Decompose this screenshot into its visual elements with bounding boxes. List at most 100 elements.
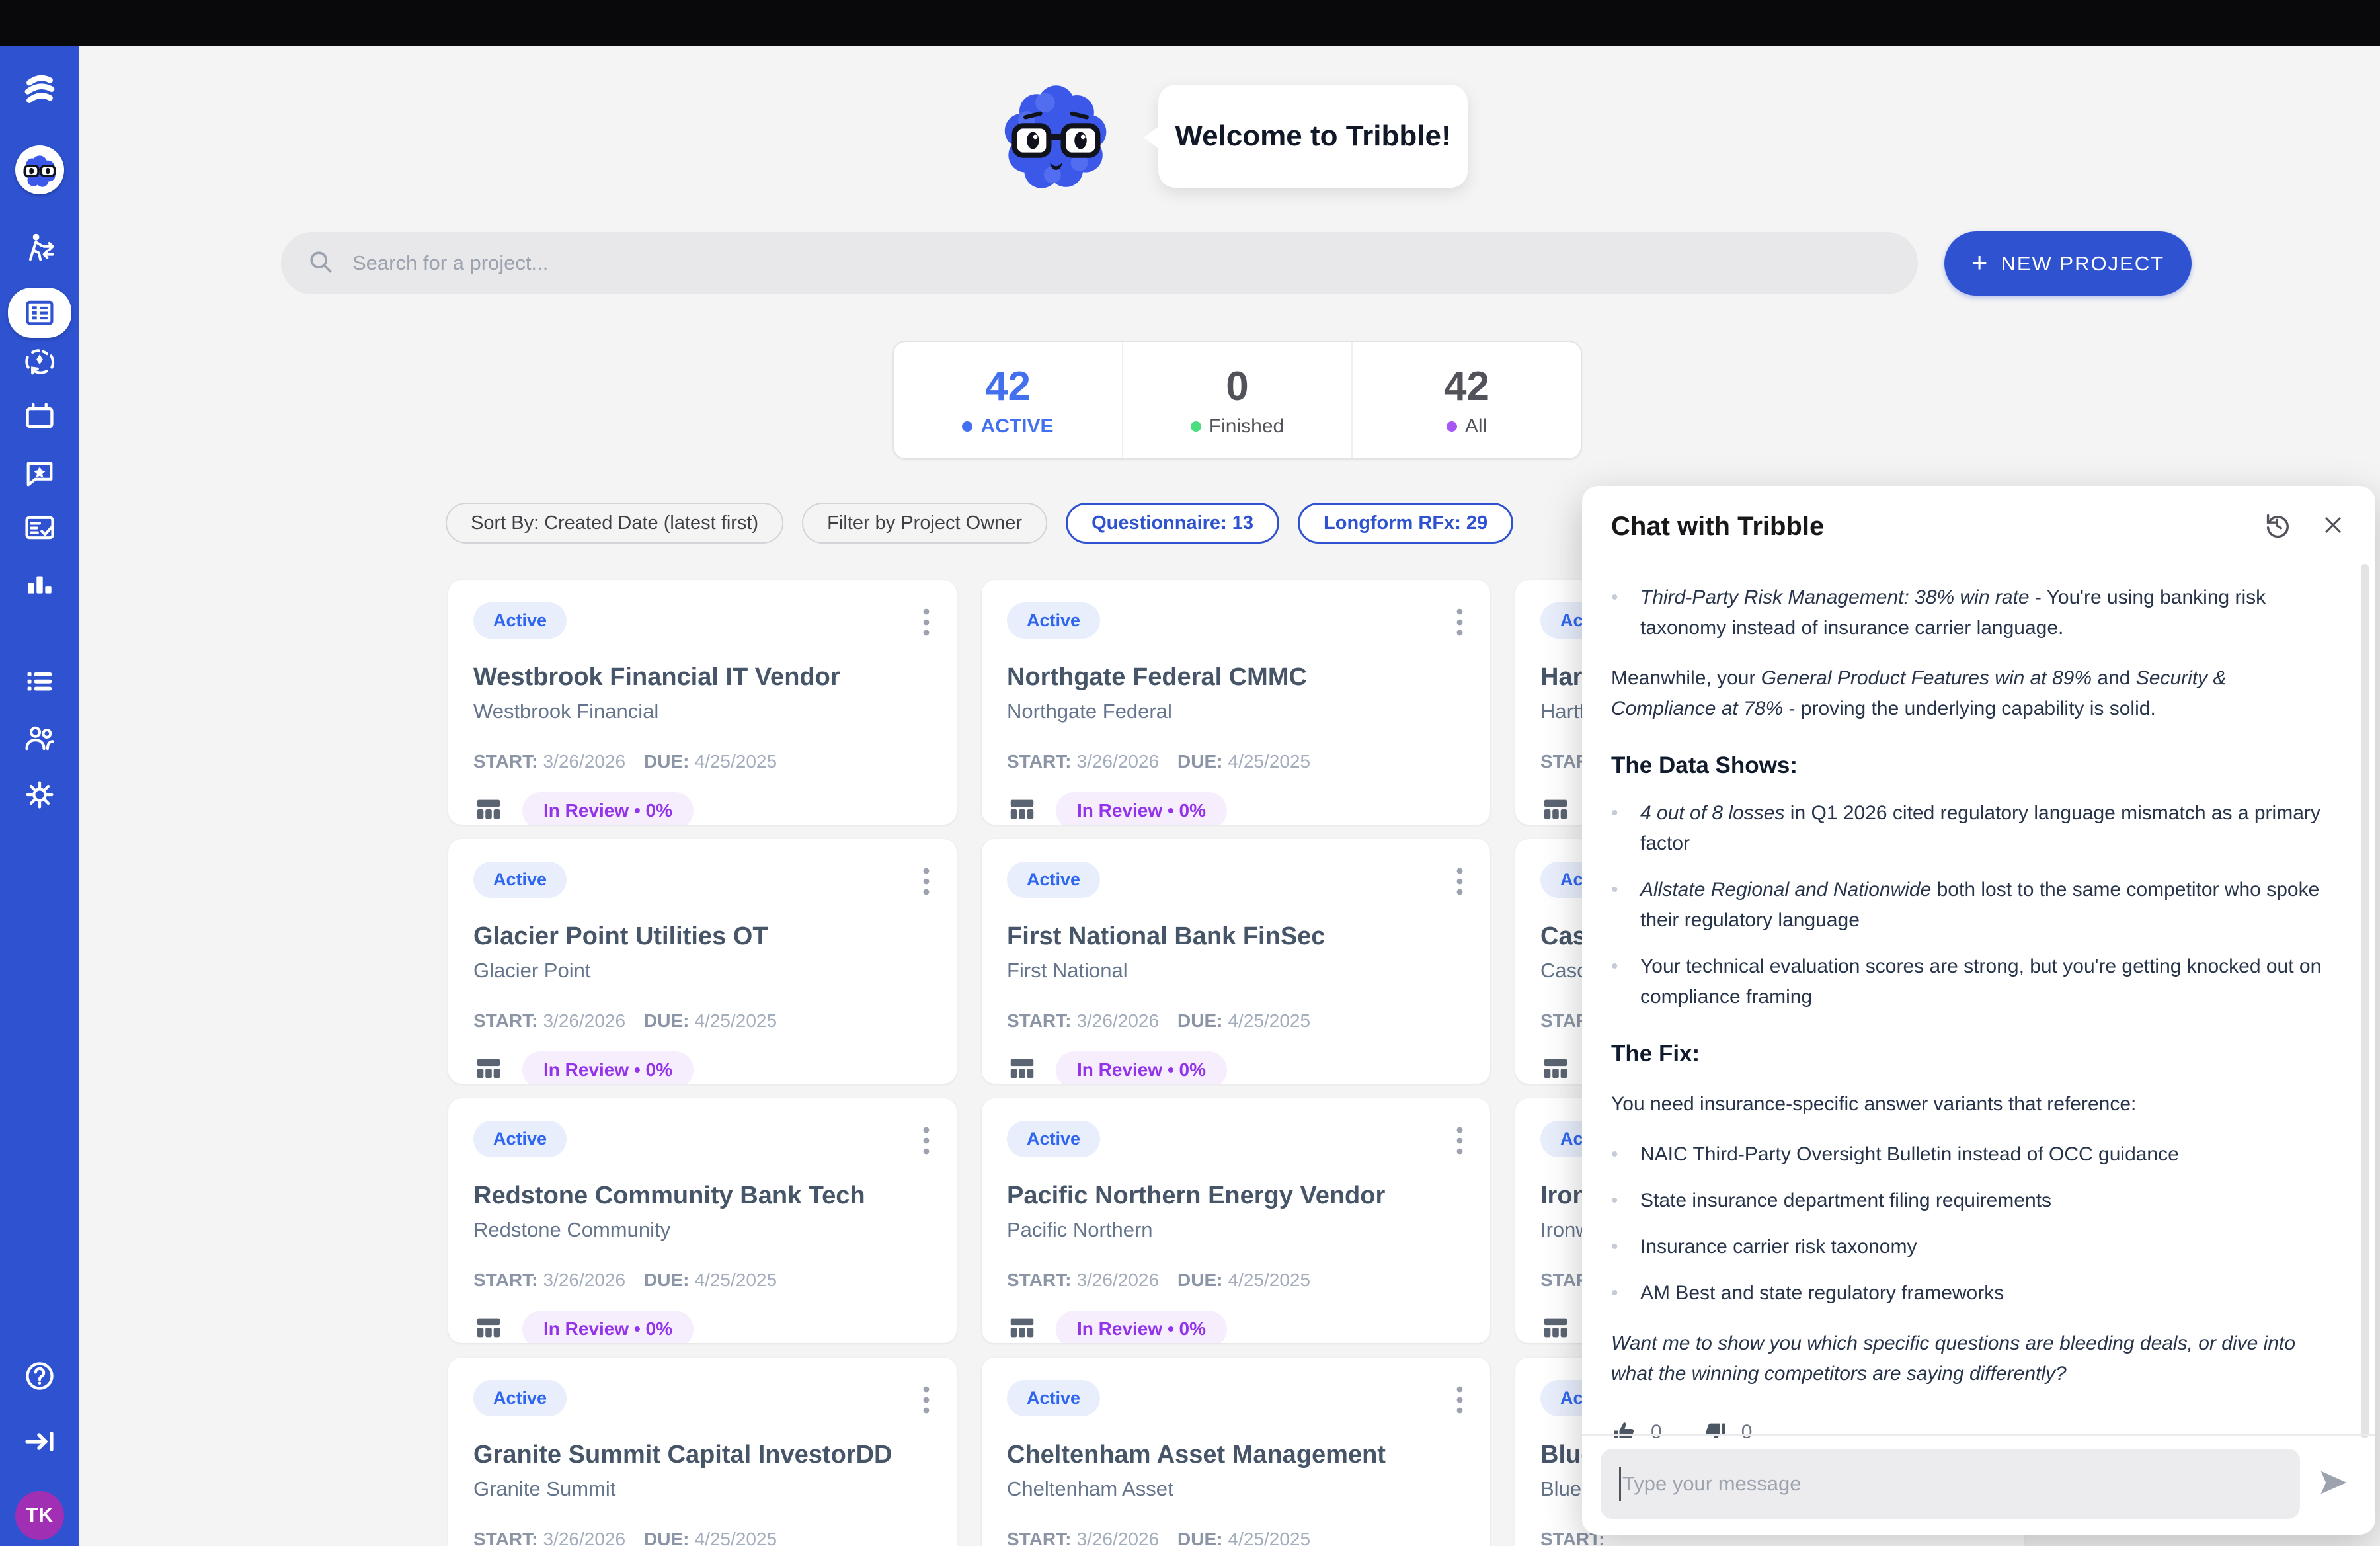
project-title: Cheltenham Asset Management	[1007, 1441, 1465, 1469]
chat-text-segment: and	[2092, 667, 2136, 689]
chat-input-placeholder: Type your message	[1622, 1472, 1802, 1496]
nav-calendar-icon[interactable]	[0, 399, 79, 434]
chat-scrollbar[interactable]	[2361, 564, 2369, 1438]
search-input[interactable]	[352, 251, 1807, 275]
card-menu-icon[interactable]	[921, 1383, 932, 1422]
bullet-text: Your technical evaluation scores are str…	[1640, 952, 2326, 1012]
progress-pill: In Review • 0%	[522, 1311, 694, 1343]
stat-all[interactable]: 42 All	[1351, 342, 1581, 458]
bullet-dot: •	[1611, 583, 1640, 643]
send-icon[interactable]	[2316, 1465, 2350, 1503]
chat-bullet-item: •Third-Party Risk Management: 38% win ra…	[1611, 583, 2326, 643]
chat-text-segment: General Product Features win at 89%	[1761, 667, 2092, 689]
chat-text-segment: NAIC Third-Party Oversight Bulletin inst…	[1640, 1143, 2179, 1165]
progress-pill: In Review • 0%	[1056, 1311, 1227, 1343]
tribble-logo[interactable]	[0, 71, 79, 109]
project-org: Cheltenham Asset	[1007, 1477, 1465, 1501]
project-card[interactable]: ActiveGlacier Point Utilities OTGlacier …	[448, 839, 957, 1084]
stat-all-value: 42	[1444, 363, 1489, 410]
project-org: Granite Summit	[473, 1477, 932, 1501]
chat-bullet-list: •Third-Party Risk Management: 38% win ra…	[1611, 583, 2326, 643]
bullet-dot: •	[1611, 1278, 1640, 1309]
chat-bullet-item: •Insurance carrier risk taxonomy	[1611, 1232, 2326, 1262]
tribble-assistant-avatar[interactable]	[0, 145, 79, 194]
stat-all-label: All	[1465, 415, 1487, 438]
chat-message: •Third-Party Risk Management: 38% win ra…	[1611, 565, 2326, 1438]
bullet-text: NAIC Third-Party Oversight Bulletin inst…	[1640, 1139, 2326, 1170]
top-bar	[0, 0, 2380, 46]
nav-projects-icon[interactable]	[0, 288, 79, 338]
chat-title: Chat with Tribble	[1611, 512, 1824, 542]
project-card[interactable]: ActiveWestbrook Financial IT VendorWestb…	[448, 580, 957, 825]
welcome-bubble: Welcome to Tribble!	[1158, 85, 1468, 188]
project-org: Redstone Community	[473, 1218, 932, 1242]
project-title: Pacific Northern Energy Vendor	[1007, 1182, 1465, 1210]
status-badge: Active	[1007, 1121, 1100, 1157]
project-stats: 42 ACTIVE 0 Finished 42 All	[892, 341, 1582, 460]
questionnaire-chip[interactable]: Questionnaire: 13	[1066, 503, 1279, 544]
bullet-text: Third-Party Risk Management: 38% win rat…	[1640, 583, 2326, 643]
chat-close-icon[interactable]	[2320, 512, 2346, 542]
longform-rfx-chip[interactable]: Longform RFx: 29	[1298, 503, 1513, 544]
nav-queue-icon[interactable]	[0, 665, 79, 699]
nav-forms-icon[interactable]	[0, 510, 79, 545]
nav-team-icon[interactable]	[0, 721, 79, 756]
sort-by-chip[interactable]: Sort By: Created Date (latest first)	[446, 503, 783, 544]
bullet-dot: •	[1611, 1139, 1640, 1170]
project-dates: START:3/26/2026DUE:4/25/2025	[473, 1010, 932, 1032]
card-menu-icon[interactable]	[1454, 605, 1465, 645]
collapse-icon[interactable]	[0, 1424, 79, 1459]
stat-finished[interactable]: 0 Finished	[1122, 342, 1351, 458]
chat-bullet-item: •AM Best and state regulatory frameworks	[1611, 1278, 2326, 1309]
chat-bullet-item: •NAIC Third-Party Oversight Bulletin ins…	[1611, 1139, 2326, 1170]
nav-chat-icon[interactable]	[0, 456, 79, 490]
chat-header: Chat with Tribble	[1582, 486, 2375, 553]
tribble-mascot	[995, 79, 1117, 202]
project-card[interactable]: ActiveFirst National Bank FinSecFirst Na…	[982, 839, 1490, 1084]
chat-input[interactable]: Type your message	[1601, 1449, 2300, 1519]
card-menu-icon[interactable]	[1454, 1123, 1465, 1163]
nav-settings-icon[interactable]	[0, 778, 79, 812]
user-avatar[interactable]: TK	[0, 1491, 79, 1540]
project-title: Northgate Federal CMMC	[1007, 663, 1465, 692]
status-badge: Active	[473, 862, 567, 898]
card-menu-icon[interactable]	[921, 605, 932, 645]
project-card[interactable]: ActiveCheltenham Asset ManagementChelten…	[982, 1358, 1490, 1546]
bullet-text: Insurance carrier risk taxonomy	[1640, 1232, 2326, 1262]
chat-section-heading: The Fix:	[1611, 1039, 2326, 1069]
card-menu-icon[interactable]	[1454, 1383, 1465, 1422]
chat-bullet-item: •Allstate Regional and Nationwide both l…	[1611, 875, 2326, 936]
project-title: Redstone Community Bank Tech	[473, 1182, 932, 1210]
card-menu-icon[interactable]	[1454, 864, 1465, 904]
chat-text-segment: 4 out of 8 losses	[1640, 802, 1784, 824]
table-icon	[1540, 1053, 1571, 1084]
stat-active[interactable]: 42 ACTIVE	[894, 342, 1122, 458]
chat-text-segment: Insurance carrier risk taxonomy	[1640, 1236, 1917, 1258]
all-dot	[1447, 421, 1457, 432]
project-card[interactable]: ActiveGranite Summit Capital InvestorDDG…	[448, 1358, 957, 1546]
project-org: Pacific Northern	[1007, 1218, 1465, 1242]
table-icon	[1007, 794, 1037, 825]
chat-history-icon[interactable]	[2262, 510, 2292, 544]
chat-text-segment: State insurance department filing requir…	[1640, 1190, 2051, 1211]
finished-dot	[1191, 421, 1201, 432]
project-card[interactable]: ActiveNorthgate Federal CMMCNorthgate Fe…	[982, 580, 1490, 825]
filter-owner-chip[interactable]: Filter by Project Owner	[802, 503, 1047, 544]
plus-icon: +	[1971, 247, 1989, 278]
table-icon	[473, 1313, 504, 1344]
card-menu-icon[interactable]	[921, 1123, 932, 1163]
table-icon	[1007, 1053, 1037, 1084]
project-dates: START:3/26/2026DUE:4/25/2025	[1007, 751, 1465, 772]
new-project-button[interactable]: + NEW PROJECT	[1944, 231, 2192, 296]
search-icon	[306, 247, 335, 280]
card-menu-icon[interactable]	[921, 864, 932, 904]
nav-sync-icon[interactable]	[0, 345, 79, 379]
sidebar: TK	[0, 46, 79, 1546]
help-icon[interactable]	[0, 1358, 79, 1394]
table-icon	[1007, 1313, 1037, 1344]
chat-text-segment: Your technical evaluation scores are str…	[1640, 956, 2321, 1008]
project-card[interactable]: Active Pacific Northern Energy Vendor Paci…	[982, 1098, 1490, 1343]
project-card[interactable]: ActiveRedstone Community Bank TechRedsto…	[448, 1098, 957, 1343]
nav-handoff-icon[interactable]	[0, 231, 79, 266]
nav-analytics-icon[interactable]	[0, 567, 79, 600]
